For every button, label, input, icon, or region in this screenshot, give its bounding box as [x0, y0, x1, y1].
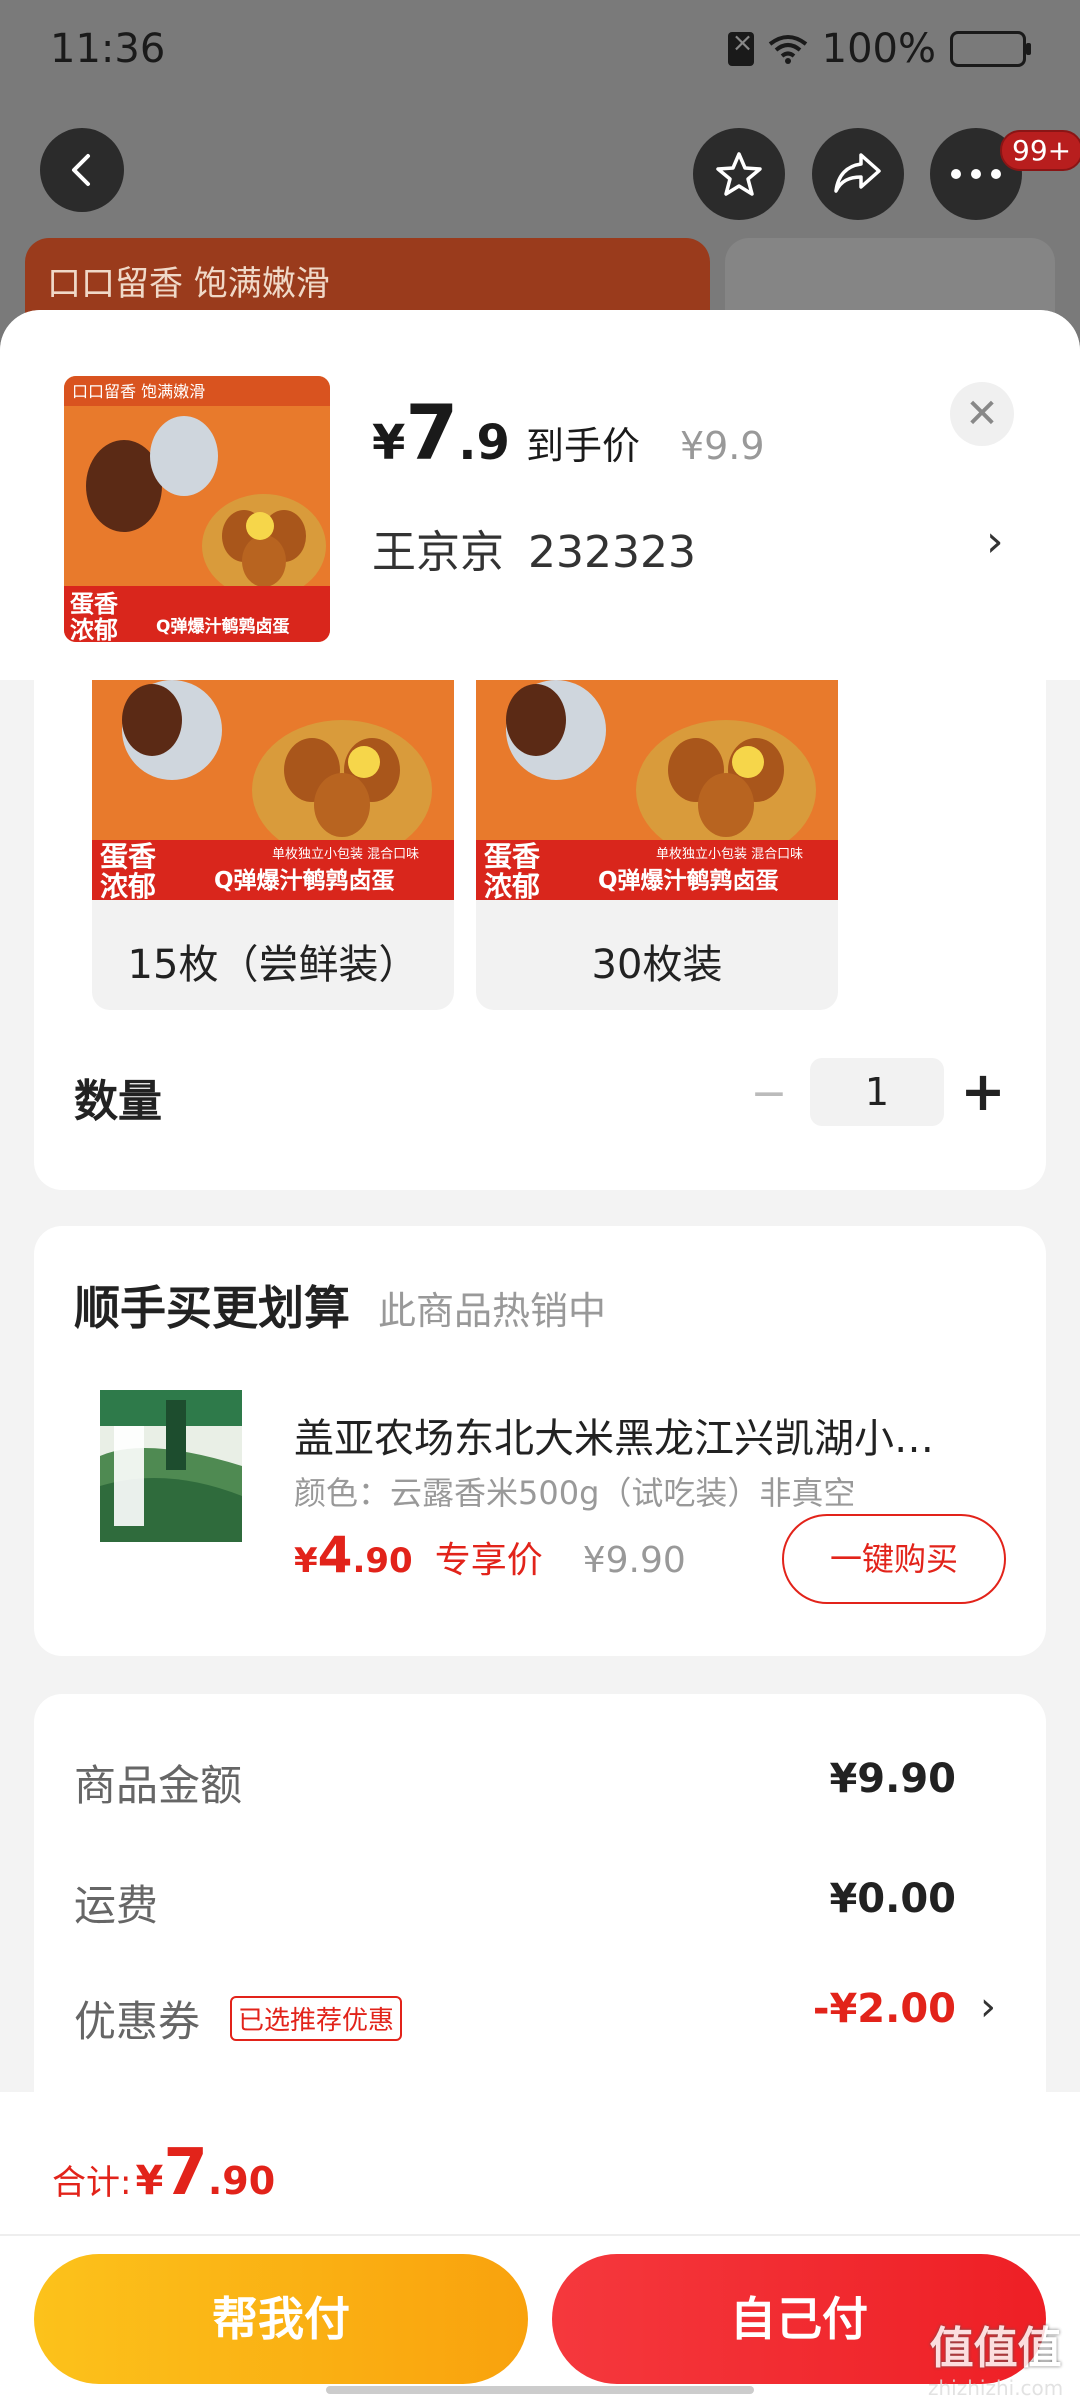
rice-product-image[interactable]: [96, 1386, 246, 1546]
status-time: 11:36: [50, 26, 166, 72]
option-30-pack[interactable]: 蛋香 浓郁 Q弹爆汁鹌鹑卤蛋 单枚独立小包装 混合口味 30枚装: [476, 680, 838, 1010]
notification-badge: 99+: [1000, 130, 1080, 171]
chevron-right-icon[interactable]: ›: [986, 516, 1004, 567]
addon-price: ¥ 4 .90 专享价 ¥9.90: [294, 1526, 686, 1584]
quantity-increase-button[interactable]: +: [958, 1060, 1008, 1123]
sheet-header: 口口留香 饱满嫩滑 蛋香 浓郁 Q弹爆汁鹌鹑卤蛋 ¥ 7 .9 到手价 ¥9.9…: [0, 310, 1080, 680]
price-summary-card: 商品金额 ¥9.90 运费 ¥0.00 优惠券 已选推荐优惠 -¥2.00 ›: [34, 1694, 1046, 2114]
svg-text:Q弹爆汁鹌鹑卤蛋: Q弹爆汁鹌鹑卤蛋: [214, 867, 395, 894]
chevron-left-icon: [72, 154, 90, 186]
addon-price-tag: 专享价: [434, 1540, 543, 1581]
option-image: 蛋香 浓郁 Q弹爆汁鹌鹑卤蛋 单枚独立小包装 混合口味: [476, 680, 838, 903]
option-label: 30枚装: [591, 942, 723, 988]
svg-text:蛋香: 蛋香: [100, 840, 156, 873]
total-symbol: ¥: [135, 2158, 164, 2204]
status-bar: 11:36 100%: [0, 0, 1080, 100]
svg-text:蛋香: 蛋香: [484, 840, 540, 873]
close-button[interactable]: ✕: [950, 382, 1014, 446]
price-decimal: .9: [458, 415, 510, 471]
price-tag: 到手价: [525, 424, 640, 468]
checkout-bar: 合计: ¥ 7 .90 帮我付 自己付: [0, 2092, 1080, 2400]
option-label: 15枚（尝鲜装）: [127, 942, 419, 988]
goods-amount-label: 商品金额: [74, 1761, 243, 1810]
svg-text:单枚独立小包装 混合口味: 单枚独立小包装 混合口味: [656, 847, 803, 862]
product-price: ¥ 7 .9 到手价 ¥9.9: [372, 388, 765, 477]
one-click-buy-button[interactable]: 一键购买: [782, 1514, 1006, 1604]
egg-product-image: 口口留香 饱满嫩滑 蛋香 浓郁 Q弹爆汁鹌鹑卤蛋: [64, 376, 330, 642]
addon-subtitle: 此商品热销中: [378, 1289, 607, 1333]
addon-price-symbol: ¥: [294, 1541, 318, 1581]
total-decimal: .90: [207, 2159, 276, 2203]
watermark-url: zhizhizhi.com: [928, 2376, 1064, 2400]
svg-text:浓郁: 浓郁: [484, 870, 540, 900]
addon-product-spec: 颜色：云露香米500g（试吃装）非真空: [294, 1474, 856, 1512]
goods-amount-value: ¥9.90: [829, 1756, 956, 1802]
buyer-name: 王京京: [372, 527, 504, 578]
share-icon: [834, 153, 881, 193]
back-button[interactable]: [40, 128, 124, 212]
divider: [0, 2234, 1080, 2236]
original-price: ¥9.9: [679, 424, 765, 468]
coupon-label: 优惠券: [74, 1997, 201, 2046]
svg-text:口口留香 饱满嫩滑: 口口留香 饱满嫩滑: [72, 382, 205, 401]
home-indicator[interactable]: [326, 2386, 754, 2394]
svg-text:蛋香: 蛋香: [70, 590, 119, 618]
banner-text: 口口留香 饱满嫩滑: [47, 264, 330, 304]
spec-card: 蛋香 浓郁 Q弹爆汁鹌鹑卤蛋 单枚独立小包装 混合口味 15枚（尝鲜装） 蛋香 …: [34, 680, 1046, 1190]
total-price: 合计: ¥ 7 .90: [52, 2136, 275, 2210]
help-pay-button[interactable]: 帮我付: [34, 2254, 528, 2384]
addon-product-name[interactable]: 盖亚农场东北大米黑龙江兴凯湖小…: [294, 1406, 1004, 1464]
svg-text:浓郁: 浓郁: [70, 616, 118, 642]
addon-price-integer: 4: [317, 1526, 353, 1584]
selected-spec[interactable]: 王京京 232323: [372, 516, 696, 580]
shipping-label: 运费: [74, 1881, 159, 1930]
close-icon: ✕: [965, 391, 999, 437]
svg-text:浓郁: 浓郁: [100, 870, 156, 900]
addon-title: 顺手买更划算: [74, 1281, 350, 1335]
wifi-icon: [768, 35, 807, 64]
addon-original-price: ¥9.90: [582, 1540, 686, 1581]
chevron-right-icon[interactable]: ›: [980, 1984, 996, 2030]
share-button[interactable]: [812, 128, 904, 220]
total-label: 合计:: [52, 2163, 132, 2203]
coupon-value[interactable]: -¥2.00: [813, 1986, 956, 2032]
favorite-button[interactable]: [693, 128, 785, 220]
price-symbol: ¥: [372, 415, 406, 471]
coupon-recommended-tag: 已选推荐优惠: [230, 1996, 403, 2041]
addon-card: 顺手买更划算 此商品热销中 盖亚农场东北大米黑龙江兴凯湖小… 颜色：云露香米50…: [34, 1226, 1046, 1656]
price-integer: 7: [405, 388, 459, 477]
watermark-logo: 值值值: [929, 2323, 1062, 2374]
quantity-label: 数量: [74, 1076, 162, 1127]
quantity-input[interactable]: 1: [810, 1058, 944, 1126]
buyer-id: 232323: [528, 527, 696, 578]
more-dots-icon: [951, 169, 1001, 179]
svg-text:Q弹爆汁鹌鹑卤蛋: Q弹爆汁鹌鹑卤蛋: [598, 867, 779, 894]
star-icon: [716, 152, 762, 196]
product-thumbnail: 口口留香 饱满嫩滑 蛋香 浓郁 Q弹爆汁鹌鹑卤蛋: [64, 376, 330, 642]
watermark: 值值值 zhizhizhi.com: [928, 2312, 1063, 2400]
total-integer: 7: [163, 2136, 208, 2210]
status-icons: 100%: [727, 26, 1031, 72]
no-sim-icon: [727, 28, 754, 66]
purchase-sheet: 口口留香 饱满嫩滑 蛋香 浓郁 Q弹爆汁鹌鹑卤蛋 ¥ 7 .9 到手价 ¥9.9…: [0, 310, 1080, 2400]
battery-percent: 100%: [821, 26, 936, 72]
addon-price-decimal: .90: [352, 1541, 413, 1581]
option-image: 蛋香 浓郁 Q弹爆汁鹌鹑卤蛋 单枚独立小包装 混合口味: [92, 680, 454, 903]
quantity-decrease-button[interactable]: −: [744, 1068, 794, 1119]
svg-text:Q弹爆汁鹌鹑卤蛋: Q弹爆汁鹌鹑卤蛋: [156, 616, 289, 637]
shipping-value: ¥0.00: [829, 1876, 956, 1922]
svg-text:单枚独立小包装 混合口味: 单枚独立小包装 混合口味: [272, 847, 419, 862]
battery-icon: [950, 31, 1031, 67]
option-15-pack[interactable]: 蛋香 浓郁 Q弹爆汁鹌鹑卤蛋 单枚独立小包装 混合口味 15枚（尝鲜装）: [92, 680, 454, 1010]
